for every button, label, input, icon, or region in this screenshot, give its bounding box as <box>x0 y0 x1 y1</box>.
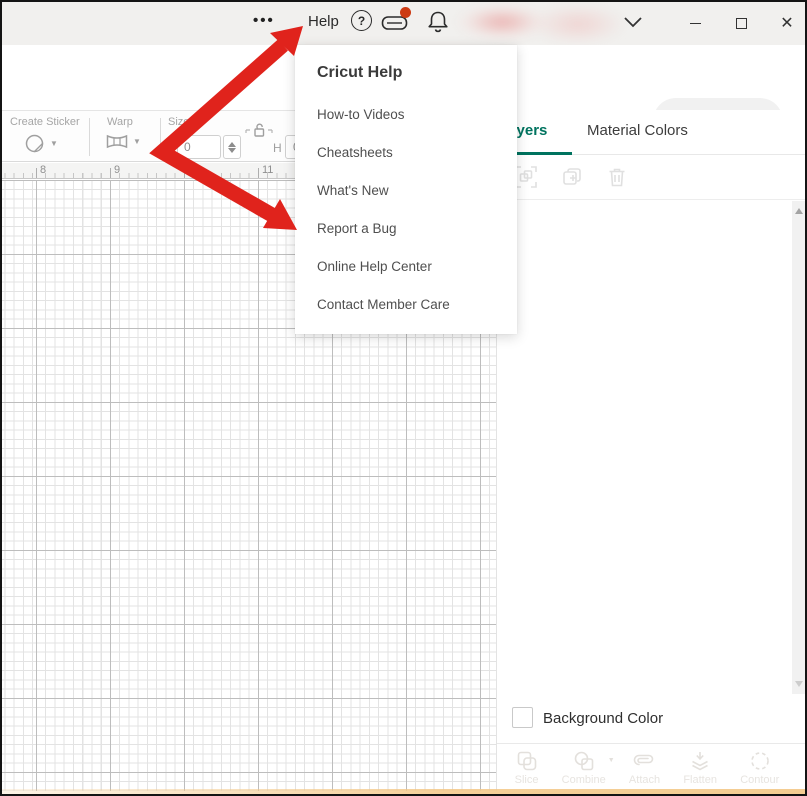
ruler-number: 9 <box>114 164 120 176</box>
combine-icon <box>573 750 595 772</box>
duplicate-button[interactable] <box>561 166 583 188</box>
combine-label: Combine <box>562 774 606 786</box>
stepper-up-icon <box>228 142 236 147</box>
scroll-down-icon[interactable] <box>795 681 803 687</box>
layers-panel-actions <box>497 155 807 200</box>
tab-material-colors[interactable]: Material Colors <box>587 122 688 139</box>
menu-item-cheatsheets[interactable]: Cheatsheets <box>317 145 393 160</box>
maximize-icon <box>736 18 747 29</box>
close-icon: ✕ <box>780 16 793 32</box>
notification-dot <box>400 7 411 18</box>
attach-label: Attach <box>629 774 660 786</box>
warp-label: Warp <box>107 116 133 128</box>
bottom-edge-strip <box>2 789 805 794</box>
width-label: W <box>165 141 176 155</box>
menu-item-report-a-bug[interactable]: Report a Bug <box>317 221 397 236</box>
app-window: ••• Help ? ✕ ave My Stuff Make Create St… <box>0 0 807 796</box>
help-menu-title: Cricut Help <box>317 64 402 82</box>
slice-label: Slice <box>515 774 539 786</box>
help-menu-button[interactable]: Help <box>308 13 339 30</box>
warp-button[interactable]: ▼ <box>106 133 141 150</box>
chevron-down-icon[interactable]: ▼ <box>608 757 615 764</box>
close-button[interactable]: ✕ <box>766 2 807 45</box>
overflow-menu-icon[interactable]: ••• <box>253 12 275 29</box>
stepper-down-icon <box>228 148 236 153</box>
attach-button[interactable]: Attach <box>629 750 660 786</box>
ruler-number: 8 <box>40 164 46 176</box>
contour-button[interactable]: Contour <box>740 750 779 786</box>
aspect-lock-button[interactable] <box>245 121 273 139</box>
duplicate-icon <box>561 166 583 188</box>
group-icon <box>515 166 537 188</box>
delete-button[interactable] <box>607 166 627 188</box>
contour-icon <box>749 750 771 772</box>
help-circle-icon[interactable]: ? <box>351 10 372 31</box>
menu-item-contact-member-care[interactable]: Contact Member Care <box>317 297 450 312</box>
notification-bell-icon[interactable] <box>426 9 450 35</box>
ruler-number: 11 <box>262 164 273 176</box>
maximize-button[interactable] <box>720 2 762 45</box>
warp-icon <box>106 133 128 150</box>
toolbar-divider <box>160 118 161 156</box>
create-sticker-label: Create Sticker <box>10 116 80 128</box>
bottom-toolbar: Slice ▼ Combine Attach Flatten Contour <box>497 744 797 791</box>
lock-open-icon <box>245 121 273 139</box>
menu-item-online-help-center[interactable]: Online Help Center <box>317 259 432 274</box>
layers-panel-tabs: Layers Material Colors <box>497 110 807 155</box>
group-button[interactable] <box>515 166 537 188</box>
flatten-icon <box>689 750 711 772</box>
attach-icon <box>633 750 657 772</box>
size-label: Size <box>168 116 189 128</box>
minimize-icon <box>690 23 701 25</box>
ruler-number: 10 <box>188 164 200 176</box>
flatten-label: Flatten <box>683 774 717 786</box>
combine-button[interactable]: ▼ Combine <box>562 750 606 786</box>
size-stepper[interactable] <box>223 135 241 159</box>
contour-label: Contour <box>740 774 779 786</box>
chevron-down-icon: ▼ <box>133 137 141 146</box>
height-label: H <box>273 141 282 155</box>
sticker-icon <box>24 133 45 154</box>
create-sticker-button[interactable]: ▼ <box>24 133 58 154</box>
flatten-button[interactable]: Flatten <box>683 750 717 786</box>
titlebar: ••• Help ? ✕ <box>2 2 805 45</box>
minimize-button[interactable] <box>674 2 716 45</box>
scroll-up-icon[interactable] <box>795 208 803 214</box>
menu-item-whats-new[interactable]: What's New <box>317 183 389 198</box>
background-color-label: Background Color <box>543 710 663 727</box>
slice-icon <box>516 750 538 772</box>
redacted-account-area <box>454 4 626 44</box>
toolbar-divider <box>89 118 90 156</box>
width-input[interactable]: 0 <box>177 135 221 159</box>
background-color-row: Background Color <box>497 694 807 744</box>
layers-list <box>497 201 792 694</box>
layers-scrollbar[interactable] <box>792 201 807 694</box>
chevron-down-icon: ▼ <box>50 139 58 148</box>
chevron-down-icon[interactable] <box>623 16 643 28</box>
trash-icon <box>607 166 627 188</box>
slice-button[interactable]: Slice <box>515 750 539 786</box>
menu-item-how-to-videos[interactable]: How-to Videos <box>317 107 405 122</box>
background-color-checkbox[interactable] <box>512 707 533 728</box>
cricut-help-dropdown: Cricut Help How-to Videos Cheatsheets Wh… <box>295 45 517 334</box>
